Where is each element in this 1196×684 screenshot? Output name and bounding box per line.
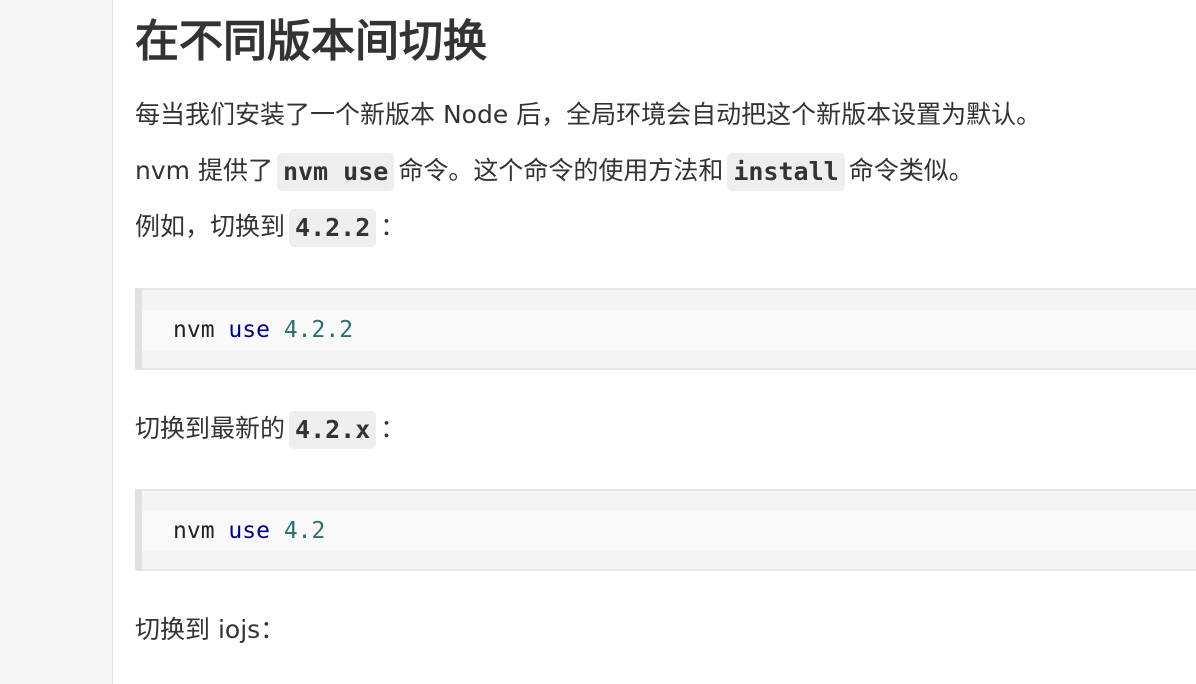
example-paragraph: 例如，切换到 4.2.2： <box>135 209 405 247</box>
code-token-version: 4.2 <box>283 518 326 544</box>
code-token-command: nvm <box>173 518 215 544</box>
section-heading: 在不同版本间切换 <box>135 16 487 67</box>
code-block: nvm use 4.2.2 <box>135 288 1196 370</box>
text-segment: 例如，切换到 <box>135 212 286 241</box>
text-segment: 命令类似。 <box>848 156 974 185</box>
text-segment: 切换到最新的 <box>135 414 286 443</box>
code-token-command: nvm <box>173 317 215 343</box>
inline-code-install: install <box>727 153 845 191</box>
latest-version-paragraph: 切换到最新的 4.2.x： <box>135 411 405 449</box>
text-segment: ： <box>380 414 406 443</box>
nvm-use-paragraph: nvm 提供了 nvm use 命令。这个命令的使用方法和 install 命令类似。 <box>135 153 974 191</box>
code-token-keyword: use <box>228 518 270 544</box>
text-segment: 命令。这个命令的使用方法和 <box>398 156 724 185</box>
code-token-version: 4.2.2 <box>283 317 354 343</box>
iojs-paragraph: 切换到 iojs： <box>135 615 286 644</box>
text-segment: ： <box>380 212 406 241</box>
inline-code-nvm-use: nvm use <box>276 153 395 191</box>
code-line: nvm use 4.2 <box>142 511 1196 551</box>
intro-paragraph: 每当我们安装了一个新版本 Node 后，全局环境会自动把这个新版本设置为默认。 <box>135 100 1042 129</box>
code-line: nvm use 4.2.2 <box>142 310 1196 350</box>
inline-code-version: 4.2.x <box>289 411 377 449</box>
code-block: nvm use 4.2 <box>135 489 1196 571</box>
code-token-keyword: use <box>228 317 270 343</box>
text-segment: nvm 提供了 <box>135 156 273 185</box>
left-sidebar <box>0 0 113 684</box>
inline-code-version: 4.2.2 <box>289 209 377 247</box>
article-content: 在不同版本间切换 每当我们安装了一个新版本 Node 后，全局环境会自动把这个新… <box>135 0 1196 684</box>
